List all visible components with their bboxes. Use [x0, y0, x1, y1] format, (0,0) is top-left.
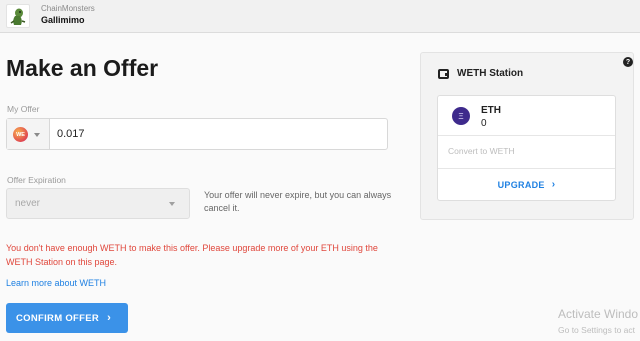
item-name[interactable]: Gallimimo	[41, 15, 85, 25]
asset-header: ChainMonsters Gallimimo	[0, 0, 640, 33]
upgrade-label: UPGRADE	[497, 179, 545, 190]
offer-amount-input[interactable]: 0.017	[57, 119, 85, 149]
chevron-right-icon: ›	[107, 312, 112, 324]
monster-thumbnail[interactable]	[6, 4, 30, 28]
windows-activation-subtitle: Go to Settings to act	[558, 325, 636, 335]
offer-amount-field: WE 0.017	[6, 118, 388, 150]
windows-activation-title: Activate Windo	[558, 307, 639, 321]
chevron-down-icon	[169, 202, 175, 206]
eth-symbol: ETH	[481, 105, 501, 116]
learn-more-weth-link[interactable]: Learn more about WETH	[6, 278, 106, 288]
divider	[438, 135, 615, 136]
wallet-icon	[438, 69, 449, 79]
upgrade-button[interactable]: UPGRADE ›	[438, 169, 615, 200]
weth-station-card: Ξ ETH 0 Convert to WETH UPGRADE ›	[437, 95, 616, 201]
eth-balance: 0	[481, 118, 487, 129]
weth-station-panel: WETH Station Ξ ETH 0 Convert to WETH UPG…	[420, 52, 634, 220]
confirm-offer-button[interactable]: CONFIRM OFFER ›	[6, 303, 128, 333]
expiration-select[interactable]: never	[6, 188, 190, 219]
confirm-offer-label: CONFIRM OFFER	[16, 312, 100, 324]
chevron-right-icon: ›	[551, 179, 556, 190]
expiration-note: Your offer will never expire, but you ca…	[204, 190, 392, 213]
expiration-label: Offer Expiration	[7, 175, 66, 185]
chevron-down-icon	[34, 133, 40, 137]
convert-to-weth-input[interactable]: Convert to WETH	[448, 146, 515, 156]
weth-token-icon: WE	[13, 127, 28, 142]
page-title: Make an Offer	[6, 55, 159, 81]
insufficient-weth-error: You don't have enough WETH to make this …	[6, 243, 378, 267]
expiration-value: never	[15, 198, 41, 209]
weth-station-title: WETH Station	[457, 68, 524, 79]
offer-label: My Offer	[7, 104, 40, 114]
eth-icon: Ξ	[452, 107, 470, 125]
help-icon[interactable]: ?	[623, 57, 633, 67]
collection-name[interactable]: ChainMonsters	[41, 4, 95, 13]
token-selector[interactable]: WE	[7, 119, 50, 149]
